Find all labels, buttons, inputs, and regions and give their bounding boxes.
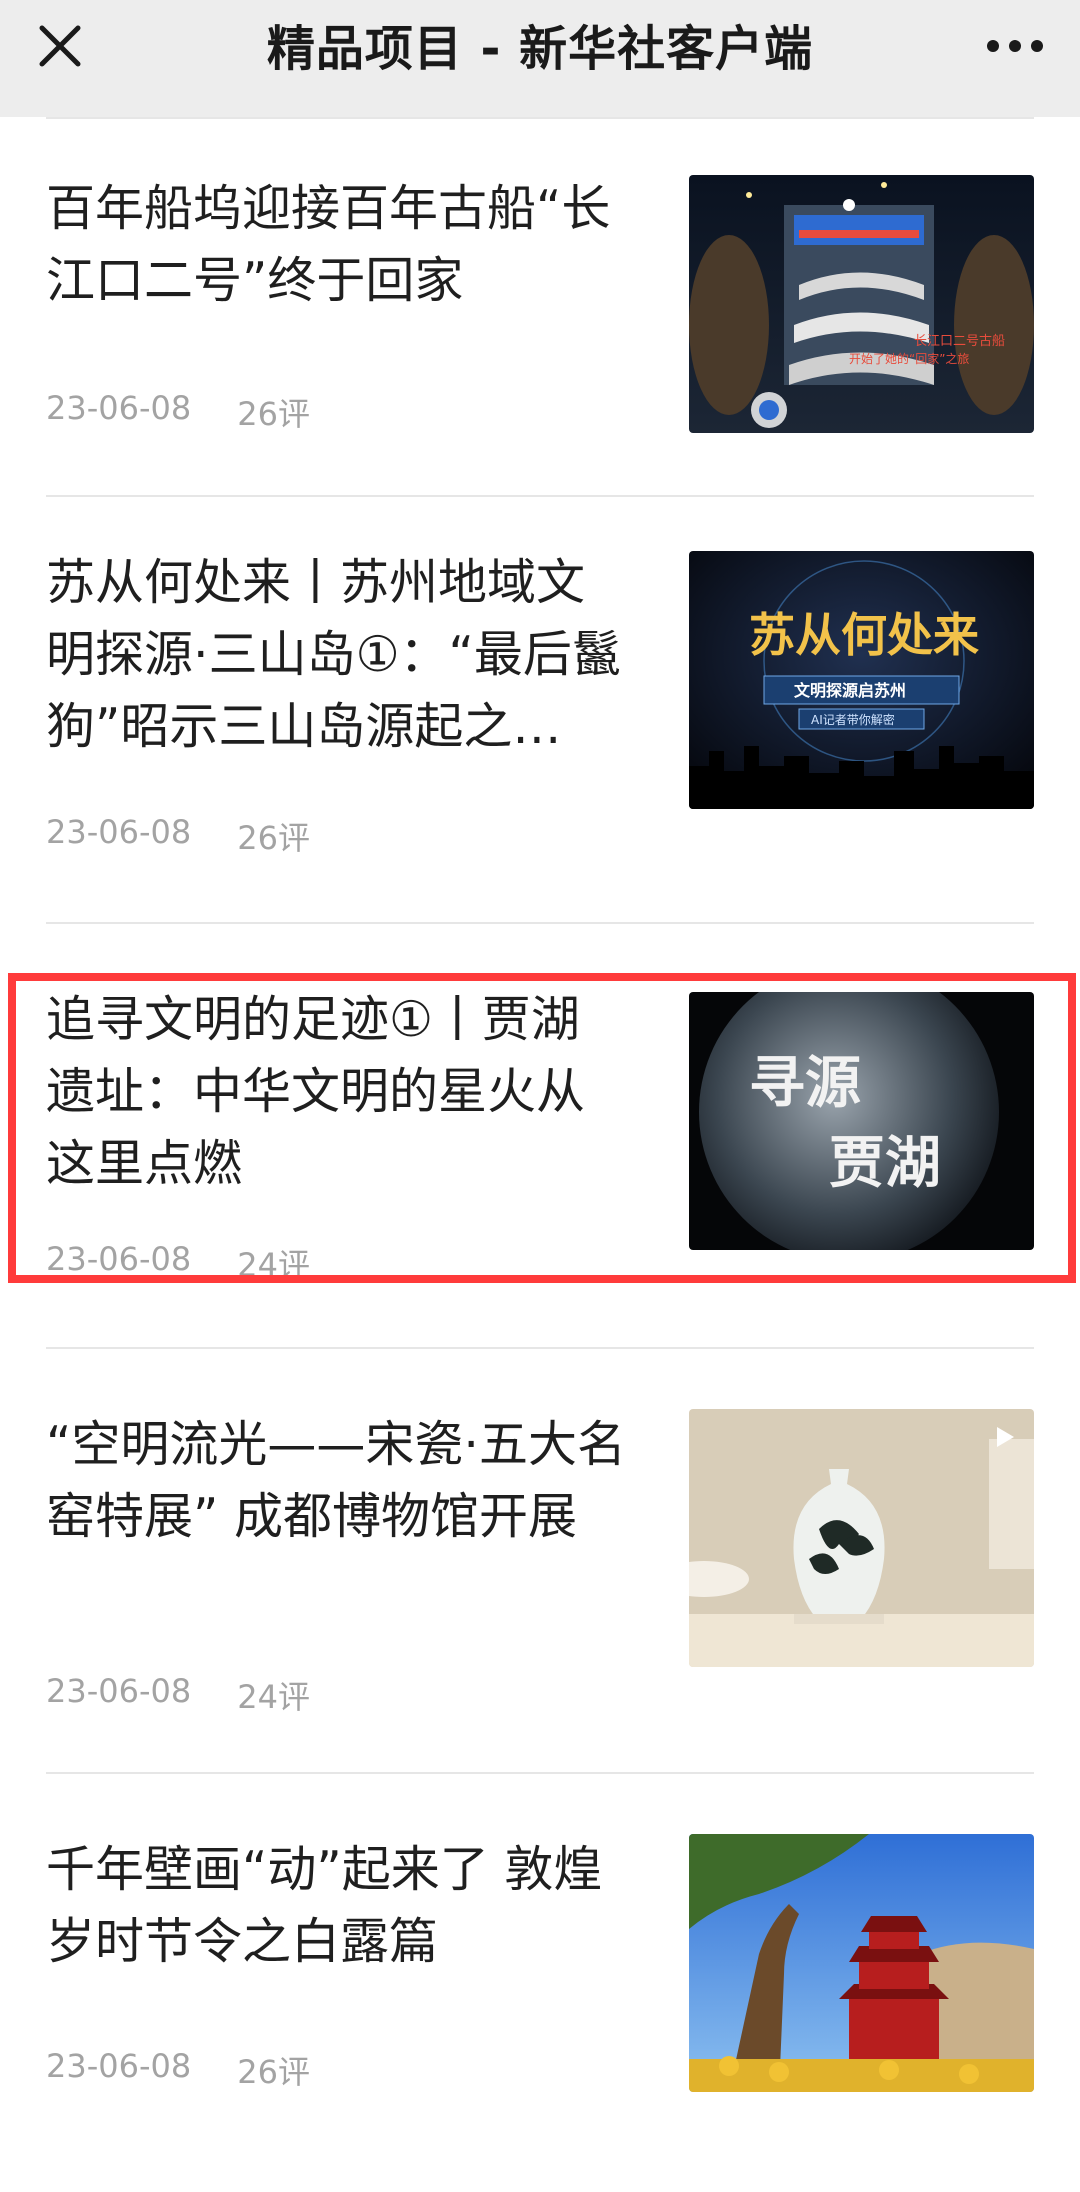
item-thumbnail: 寻源 贾湖 bbox=[689, 992, 1034, 1250]
svg-text:AI记者带你解密: AI记者带你解密 bbox=[811, 712, 895, 727]
item-thumbnail bbox=[689, 1409, 1034, 1667]
item-headline: “空明流光——宋瓷·五大名窑特展” 成都博物馆开展 bbox=[46, 1416, 626, 1545]
item-meta: 23-06-08 26评 bbox=[46, 389, 310, 435]
svg-text:寻源: 寻源 bbox=[749, 1050, 861, 1116]
item-date: 23-06-08 bbox=[46, 1240, 192, 1278]
item-meta: 23-06-08 26评 bbox=[46, 2047, 310, 2093]
more-dots-icon bbox=[987, 40, 1043, 52]
item-comment-count: 26评 bbox=[237, 2053, 310, 2091]
item-headline: 苏从何处来丨苏州地域文明探源·三山岛①：“最后鬣狗”昭示三山岛源起之… bbox=[46, 554, 621, 755]
list-item[interactable]: 追寻文明的足迹①丨贾湖遗址：中华文明的星火从这里点燃 23-06-08 24评 … bbox=[46, 922, 1034, 1342]
item-meta: 23-06-08 24评 bbox=[46, 1672, 310, 1718]
divider bbox=[46, 117, 1034, 119]
item-headline: 追寻文明的足迹①丨贾湖遗址：中华文明的星火从这里点燃 bbox=[46, 991, 586, 1192]
more-button[interactable] bbox=[980, 16, 1050, 76]
page-title: 精品项目 - 新华社客户端 bbox=[266, 20, 814, 77]
list-item[interactable]: 百年船坞迎接百年古船“长江口二号”终于回家 23-06-08 26评 长江口二号… bbox=[46, 117, 1034, 497]
item-comment-count: 26评 bbox=[237, 819, 310, 857]
item-date: 23-06-08 bbox=[46, 2047, 192, 2085]
item-meta: 23-06-08 26评 bbox=[46, 813, 310, 859]
item-thumbnail bbox=[689, 1834, 1034, 2092]
item-headline: 百年船坞迎接百年古船“长江口二号”终于回家 bbox=[46, 180, 611, 309]
svg-text:贾湖: 贾湖 bbox=[829, 1130, 941, 1196]
divider bbox=[46, 1347, 1034, 1349]
svg-text:长江口二号古船: 长江口二号古船 bbox=[914, 334, 1005, 349]
divider bbox=[46, 922, 1034, 924]
item-comment-count: 24评 bbox=[237, 1246, 310, 1284]
svg-text:文明探源启苏州: 文明探源启苏州 bbox=[794, 681, 906, 700]
item-date: 23-06-08 bbox=[46, 813, 192, 851]
list-item[interactable]: 千年壁画“动”起来了 敦煌岁时节令之白露篇 23-06-08 26评 bbox=[46, 1772, 1034, 2192]
thumb-title-text: 苏从何处来 bbox=[749, 608, 979, 662]
svg-text:开始了她的“回家”之旅: 开始了她的“回家”之旅 bbox=[849, 351, 969, 366]
close-button[interactable] bbox=[30, 16, 90, 76]
item-meta: 23-06-08 24评 bbox=[46, 1240, 310, 1286]
list-item[interactable]: “空明流光——宋瓷·五大名窑特展” 成都博物馆开展 23-06-08 24评 bbox=[46, 1347, 1034, 1777]
item-date: 23-06-08 bbox=[46, 1672, 192, 1710]
top-bar: 精品项目 - 新华社客户端 bbox=[0, 0, 1080, 117]
close-icon bbox=[39, 25, 81, 67]
item-headline: 千年壁画“动”起来了 敦煌岁时节令之白露篇 bbox=[46, 1841, 603, 1970]
item-comment-count: 24评 bbox=[237, 1678, 310, 1716]
item-date: 23-06-08 bbox=[46, 389, 192, 427]
divider bbox=[46, 1772, 1034, 1774]
item-thumbnail: 长江口二号古船 开始了她的“回家”之旅 bbox=[689, 175, 1034, 433]
item-thumbnail: 苏从何处来 文明探源启苏州 AI记者带你解密 bbox=[689, 551, 1034, 809]
divider bbox=[46, 495, 1034, 497]
list-item[interactable]: 苏从何处来丨苏州地域文明探源·三山岛①：“最后鬣狗”昭示三山岛源起之… 23-0… bbox=[46, 495, 1034, 925]
item-comment-count: 26评 bbox=[237, 395, 310, 433]
